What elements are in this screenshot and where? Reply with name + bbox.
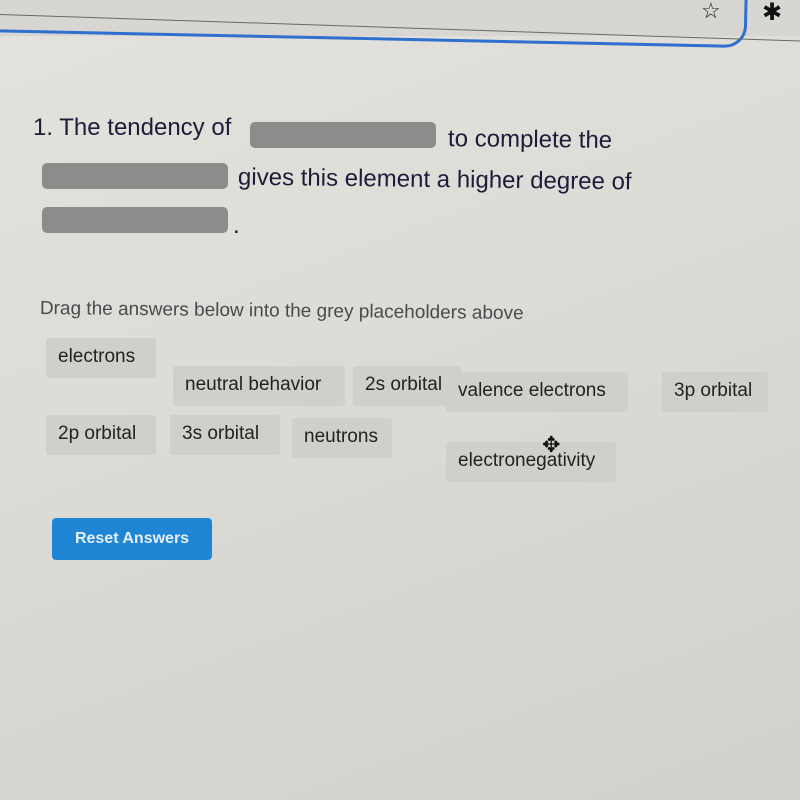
- answer-chip-electronegativity[interactable]: electronegativity: [446, 442, 616, 482]
- move-cursor-icon: ✥: [542, 432, 561, 457]
- address-bar[interactable]: [0, 0, 748, 49]
- question-text-line1: 1. The tendency of: [33, 114, 232, 141]
- answer-placeholder-3[interactable]: [42, 207, 228, 233]
- question-period: .: [233, 212, 240, 239]
- extensions-puzzle-icon[interactable]: ✱: [762, 0, 782, 27]
- answer-placeholder-2[interactable]: [42, 163, 228, 189]
- bookmark-star-icon[interactable]: ☆: [701, 0, 721, 24]
- answer-chip-2p-orbital[interactable]: 2p orbital: [46, 415, 156, 455]
- reset-answers-button[interactable]: Reset Answers: [52, 518, 212, 560]
- instructions-text: Drag the answers below into the grey pla…: [39, 298, 524, 325]
- answer-chip-3s-orbital[interactable]: 3s orbital: [170, 415, 280, 455]
- answer-chip-3p-orbital[interactable]: 3p orbital: [662, 372, 768, 412]
- answer-chip-neutral-behavior[interactable]: neutral behavior: [173, 366, 345, 406]
- answer-chip-electrons[interactable]: electrons: [46, 338, 156, 378]
- question-text-line2: gives this element a higher degree of: [237, 163, 632, 196]
- question-text-line1-end: to complete the: [447, 125, 613, 154]
- answer-placeholder-1[interactable]: [250, 122, 436, 148]
- answer-chip-neutrons[interactable]: neutrons: [292, 418, 392, 458]
- answer-chip-2s-orbital[interactable]: 2s orbital: [353, 366, 461, 406]
- answer-chip-valence-electrons[interactable]: valence electrons: [446, 372, 628, 412]
